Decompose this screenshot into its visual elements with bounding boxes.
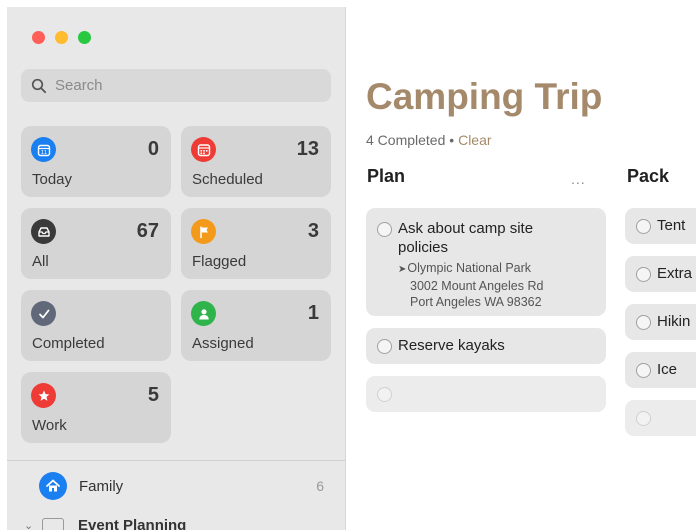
task-checkbox[interactable]: [636, 315, 651, 330]
smart-list-work[interactable]: 5 Work: [21, 372, 171, 443]
zoom-window-button[interactable]: [78, 31, 91, 44]
task-card[interactable]: Hikin: [625, 304, 696, 340]
smart-list-all[interactable]: 67 All: [21, 208, 171, 279]
flagged-label: Flagged: [192, 253, 247, 270]
chevron-down-icon[interactable]: ⌄: [24, 519, 38, 530]
completed-label: Completed: [32, 335, 105, 352]
task-card[interactable]: Ask about camp site policies ➤Olympic Na…: [366, 208, 606, 316]
task-location: ➤Olympic National Park 3002 Mount Angele…: [398, 261, 544, 309]
smart-list-scheduled[interactable]: 13 Scheduled: [181, 126, 331, 197]
smart-list-completed[interactable]: Completed: [21, 290, 171, 361]
event-planning-name: Event Planning: [78, 517, 187, 530]
calendar-grid-icon: [191, 137, 216, 162]
new-task-card[interactable]: [366, 376, 606, 412]
location-arrow-icon: ➤: [398, 264, 407, 275]
task-checkbox[interactable]: [636, 267, 651, 282]
work-count: 5: [147, 384, 159, 406]
flagged-count: 3: [307, 220, 319, 242]
window-controls: [32, 31, 91, 44]
task-checkbox[interactable]: [377, 222, 392, 237]
person-icon: [191, 301, 216, 326]
task-title: Extra: [657, 265, 693, 282]
scheduled-count: 13: [296, 138, 319, 160]
star-icon: [31, 383, 56, 408]
all-label: All: [32, 253, 49, 270]
calendar-icon: 11: [31, 137, 56, 162]
assigned-label: Assigned: [192, 335, 254, 352]
task-card[interactable]: Ice: [625, 352, 696, 388]
task-title: Reserve kayaks: [398, 337, 505, 354]
new-task-card[interactable]: [625, 400, 696, 436]
sidebar: 11 0 Today 13 Scheduled 67 All 3: [7, 7, 346, 530]
house-icon: [39, 472, 67, 500]
family-list-name: Family: [79, 477, 124, 495]
task-card[interactable]: Tent: [625, 208, 696, 244]
completed-summary: 4 Completed • Clear: [366, 132, 492, 148]
search-input[interactable]: [53, 76, 317, 95]
task-title: Tent: [657, 217, 686, 234]
task-title: Ice: [657, 361, 678, 378]
minimize-window-button[interactable]: [55, 31, 68, 44]
task-checkbox[interactable]: [636, 219, 651, 234]
search-icon: [31, 78, 47, 93]
task-checkbox[interactable]: [377, 339, 392, 354]
clear-completed-button[interactable]: Clear: [458, 132, 491, 148]
all-count: 67: [136, 220, 159, 242]
svg-text:11: 11: [40, 150, 46, 156]
list-group-event-planning[interactable]: ⌄ Event Planning: [24, 517, 186, 530]
meta-separator: •: [449, 132, 455, 148]
family-list-count: 6: [316, 478, 324, 494]
assigned-count: 1: [307, 302, 319, 324]
list-item-family[interactable]: Family 6: [39, 471, 324, 501]
smart-list-flagged[interactable]: 3 Flagged: [181, 208, 331, 279]
folder-icon: [42, 517, 64, 530]
task-card[interactable]: Reserve kayaks: [366, 328, 606, 364]
tray-icon: [31, 219, 56, 244]
task-title: Ask about camp site policies: [398, 220, 534, 256]
smart-list-today[interactable]: 11 0 Today: [21, 126, 171, 197]
checkmark-icon: [31, 301, 56, 326]
task-title: Hikin: [657, 313, 691, 330]
completed-count-text: 4 Completed: [366, 132, 446, 148]
scheduled-label: Scheduled: [192, 171, 263, 188]
sidebar-divider: [7, 460, 345, 461]
main-content: Camping Trip 4 Completed • Clear Plan ..…: [346, 7, 696, 530]
task-checkbox[interactable]: [636, 363, 651, 378]
flag-icon: [191, 219, 216, 244]
task-card[interactable]: Extra: [625, 256, 696, 292]
today-count: 0: [147, 138, 159, 160]
column-more-button[interactable]: ...: [571, 171, 586, 187]
reminders-window: 11 0 Today 13 Scheduled 67 All 3: [7, 7, 696, 530]
column-header-pack: Pack: [627, 166, 670, 186]
today-label: Today: [32, 171, 73, 188]
search-field[interactable]: [21, 69, 331, 102]
work-label: Work: [32, 417, 67, 434]
column-header-plan: Plan: [367, 166, 406, 186]
smart-list-assigned[interactable]: 1 Assigned: [181, 290, 331, 361]
close-window-button[interactable]: [32, 31, 45, 44]
task-checkbox[interactable]: [636, 411, 651, 426]
list-title: Camping Trip: [366, 76, 603, 117]
task-checkbox[interactable]: [377, 387, 392, 402]
